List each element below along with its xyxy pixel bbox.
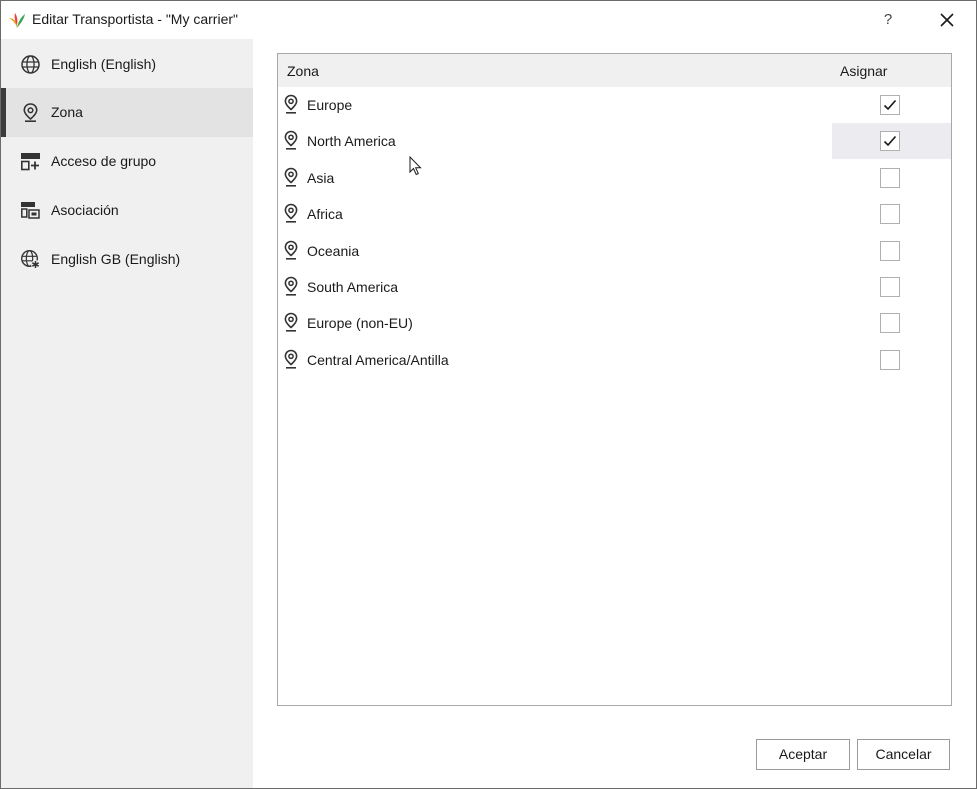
title-bar: Editar Transportista - "My carrier" ? <box>1 1 976 39</box>
sidebar-item-acceso-de-grupo[interactable]: Acceso de grupo <box>1 137 253 186</box>
map-pin-icon <box>284 313 298 332</box>
column-header-zona[interactable]: Zona <box>287 63 319 79</box>
zone-row[interactable]: North America <box>278 123 951 160</box>
assign-cell[interactable] <box>832 87 951 123</box>
assign-checkbox[interactable] <box>880 313 900 334</box>
sidebar-item-label: Zona <box>51 104 83 120</box>
sidebar-item-asociacion[interactable]: Asociación <box>1 186 253 235</box>
assign-cell[interactable] <box>832 160 951 196</box>
assign-checkbox[interactable] <box>880 204 900 225</box>
assign-cell[interactable] <box>832 196 951 232</box>
assign-checkbox[interactable] <box>880 95 900 115</box>
map-pin-icon <box>284 203 298 223</box>
globe-star-icon <box>20 249 40 269</box>
zone-name: Central America/Antilla <box>307 351 449 368</box>
mouse-cursor-icon <box>409 156 422 176</box>
assign-cell[interactable] <box>832 305 951 341</box>
sidebar-item-label: English (English) <box>51 56 157 72</box>
assign-checkbox[interactable] <box>880 131 900 152</box>
assign-cell[interactable] <box>832 342 951 378</box>
map-pin-icon <box>284 276 298 296</box>
assign-checkbox[interactable] <box>880 349 900 370</box>
assign-checkbox[interactable] <box>880 167 900 188</box>
sidebar-item-label: Acceso de grupo <box>51 153 157 169</box>
zone-name: Asia <box>307 169 335 186</box>
zone-name: Oceania <box>307 242 360 259</box>
map-pin-icon <box>284 131 298 150</box>
zone-grid: Zona Asignar Europe North America Asia Afri… <box>277 53 952 706</box>
zone-row[interactable]: Europe <box>278 87 951 123</box>
dialog-window: Editar Transportista - "My carrier" ? En… <box>0 0 977 789</box>
zone-row[interactable]: Oceania <box>278 233 951 269</box>
checkmark-icon <box>883 99 897 111</box>
globe-icon <box>21 55 40 74</box>
app-logo-icon <box>9 13 25 28</box>
association-icon <box>21 202 40 219</box>
sidebar: English (English) Zona Acceso de grupo A… <box>1 39 253 788</box>
map-pin-icon <box>284 349 298 369</box>
cancel-button[interactable]: Cancelar <box>857 739 950 770</box>
group-access-icon <box>20 153 40 171</box>
assign-cell[interactable] <box>832 123 951 160</box>
sidebar-item-label: Asociación <box>51 202 119 218</box>
map-pin-icon <box>23 103 38 122</box>
zone-name: South America <box>307 279 399 295</box>
help-button[interactable]: ? <box>873 7 903 33</box>
zone-name: Europe (non-EU) <box>307 315 413 332</box>
assign-cell[interactable] <box>832 233 951 269</box>
zone-row[interactable]: Africa <box>278 196 951 232</box>
zone-row[interactable]: South America <box>278 269 951 305</box>
map-pin-icon <box>284 94 298 114</box>
zone-row[interactable]: Europe (non-EU) <box>278 305 951 341</box>
zone-name: Europe <box>307 97 353 113</box>
main-content: Zona Asignar Europe North America Asia Afri… <box>253 39 976 788</box>
window-title: Editar Transportista - "My carrier" <box>32 11 238 27</box>
assign-checkbox[interactable] <box>880 240 900 261</box>
sidebar-item-zona[interactable]: Zona <box>1 88 253 137</box>
sidebar-item-label: English GB (English) <box>51 251 181 267</box>
map-pin-icon <box>284 167 298 187</box>
assign-checkbox[interactable] <box>880 277 900 297</box>
assign-cell[interactable] <box>832 269 951 305</box>
sidebar-item-english-gb[interactable]: English GB (English) <box>1 235 253 284</box>
close-button[interactable] <box>931 7 963 33</box>
zone-row[interactable]: Asia <box>278 160 951 196</box>
checkmark-icon <box>883 136 897 147</box>
sidebar-item-english[interactable]: English (English) <box>1 40 253 89</box>
zone-name: Africa <box>307 206 343 223</box>
zone-row[interactable]: Central America/Antilla <box>278 342 951 378</box>
column-header-asignar[interactable]: Asignar <box>840 63 887 79</box>
zone-name: North America <box>307 133 396 150</box>
close-icon <box>940 13 954 27</box>
accept-button[interactable]: Aceptar <box>756 739 850 770</box>
map-pin-icon <box>284 240 298 260</box>
grid-header: Zona Asignar <box>278 54 951 87</box>
